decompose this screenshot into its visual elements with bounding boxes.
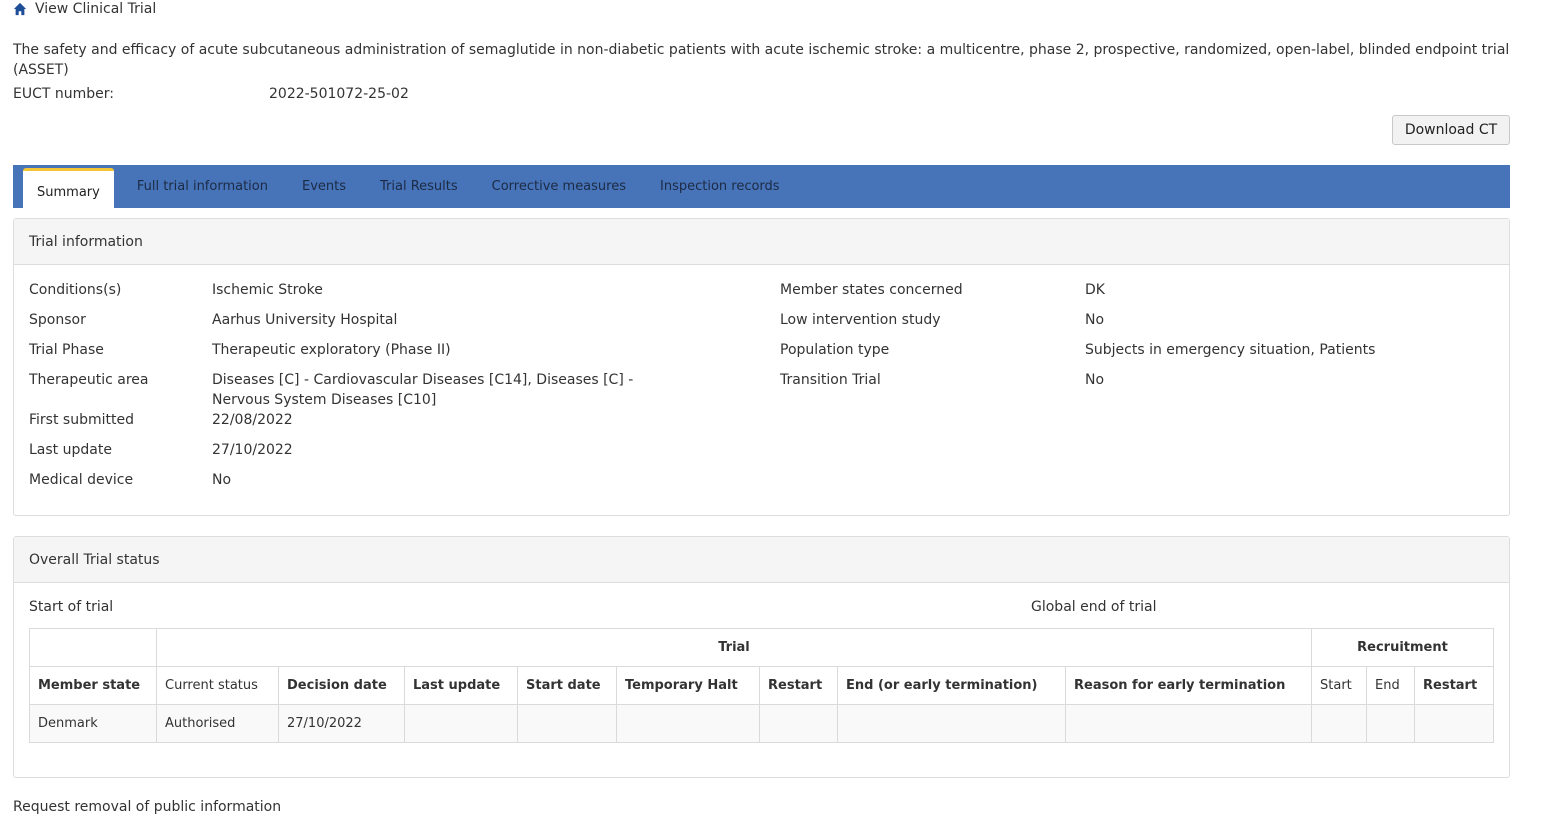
col-recruitment-end: End — [1366, 666, 1415, 705]
col-current-status: Current status — [156, 666, 279, 705]
info-value: DK — [1085, 282, 1105, 298]
tab-corrective-measures[interactable]: Corrective measures — [475, 165, 643, 208]
cell-start-date — [517, 704, 617, 743]
tab-trial-results[interactable]: Trial Results — [363, 165, 475, 208]
global-end-of-trial-label: Global end of trial — [1031, 599, 1157, 615]
table-group-header-row: Trial Recruitment — [29, 628, 1494, 667]
info-value: 22/08/2022 — [212, 412, 293, 428]
cell-member-state: Denmark — [29, 704, 157, 743]
col-reason: Reason for early termination — [1065, 666, 1312, 705]
info-label: Transition Trial — [780, 372, 881, 388]
col-member-state: Member state — [29, 666, 157, 705]
breadcrumb-label: View Clinical Trial — [35, 1, 157, 17]
table-row: Denmark Authorised 27/10/2022 — [29, 704, 1494, 743]
cell-temporary-halt — [616, 704, 760, 743]
info-label: Conditions(s) — [29, 282, 122, 298]
cell-recruitment-restart — [1414, 704, 1494, 743]
home-icon[interactable] — [13, 2, 27, 16]
overall-trial-status-panel: Overall Trial status Start of trial Glob… — [13, 536, 1510, 778]
euct-value: 2022-501072-25-02 — [269, 86, 409, 102]
overall-trial-status-heading: Overall Trial status — [14, 537, 1509, 583]
tab-inspection-records[interactable]: Inspection records — [643, 165, 797, 208]
info-label: Low intervention study — [780, 312, 941, 328]
info-value: Subjects in emergency situation, Patient… — [1085, 342, 1376, 358]
trial-status-table: Trial Recruitment Member state Current s… — [29, 628, 1494, 743]
trial-title: The safety and efficacy of acute subcuta… — [13, 42, 1510, 78]
info-value: Diseases [C] - Cardiovascular Diseases [… — [212, 372, 634, 408]
info-label: Sponsor — [29, 312, 86, 328]
col-start-date: Start date — [517, 666, 617, 705]
info-value: No — [1085, 372, 1105, 388]
tab-events[interactable]: Events — [285, 165, 363, 208]
col-recruitment-start: Start — [1311, 666, 1367, 705]
cell-decision-date: 27/10/2022 — [278, 704, 405, 743]
trial-information-heading: Trial information — [14, 219, 1509, 265]
col-restart: Restart — [759, 666, 838, 705]
recruitment-group-header: Recruitment — [1311, 628, 1494, 667]
info-label: Member states concerned — [780, 282, 963, 298]
info-value: No — [212, 472, 232, 488]
info-label: First submitted — [29, 412, 134, 428]
info-label: Therapeutic area — [29, 372, 149, 388]
info-label: Medical device — [29, 472, 134, 488]
tab-summary[interactable]: Summary — [23, 168, 114, 208]
cell-current-status: Authorised — [156, 704, 279, 743]
euct-row: EUCT number: 2022-501072-25-02 — [13, 86, 409, 102]
info-value: No — [1085, 312, 1105, 328]
cell-reason — [1065, 704, 1312, 743]
tab-bar: Summary Full trial information Events Tr… — [13, 165, 1510, 208]
table-header-row: Member state Current status Decision dat… — [29, 666, 1494, 705]
request-removal-link[interactable]: Request removal of public information — [13, 799, 281, 815]
info-label: Population type — [780, 342, 890, 358]
breadcrumb: View Clinical Trial — [13, 1, 156, 17]
download-ct-button[interactable]: Download CT — [1392, 115, 1510, 145]
info-label: Trial Phase — [29, 342, 104, 358]
info-value: Therapeutic exploratory (Phase II) — [212, 342, 451, 358]
col-temporary-halt: Temporary Halt — [616, 666, 760, 705]
trial-group-header: Trial — [156, 628, 1312, 667]
info-value: Ischemic Stroke — [212, 282, 323, 298]
col-decision-date: Decision date — [278, 666, 405, 705]
cell-end — [837, 704, 1066, 743]
col-end: End (or early termination) — [837, 666, 1066, 705]
trial-information-panel: Trial information Conditions(s) Ischemic… — [13, 218, 1510, 516]
euct-label: EUCT number: — [13, 86, 114, 102]
cell-last-update — [404, 704, 518, 743]
empty-header-cell — [29, 628, 157, 667]
info-value: Aarhus University Hospital — [212, 312, 398, 328]
col-last-update: Last update — [404, 666, 518, 705]
col-recruitment-restart: Restart — [1414, 666, 1494, 705]
start-of-trial-label: Start of trial — [29, 599, 114, 615]
cell-recruitment-start — [1311, 704, 1367, 743]
cell-restart — [759, 704, 838, 743]
info-label: Last update — [29, 442, 112, 458]
info-value: 27/10/2022 — [212, 442, 293, 458]
tab-full-trial-information[interactable]: Full trial information — [120, 165, 285, 208]
cell-recruitment-end — [1366, 704, 1415, 743]
